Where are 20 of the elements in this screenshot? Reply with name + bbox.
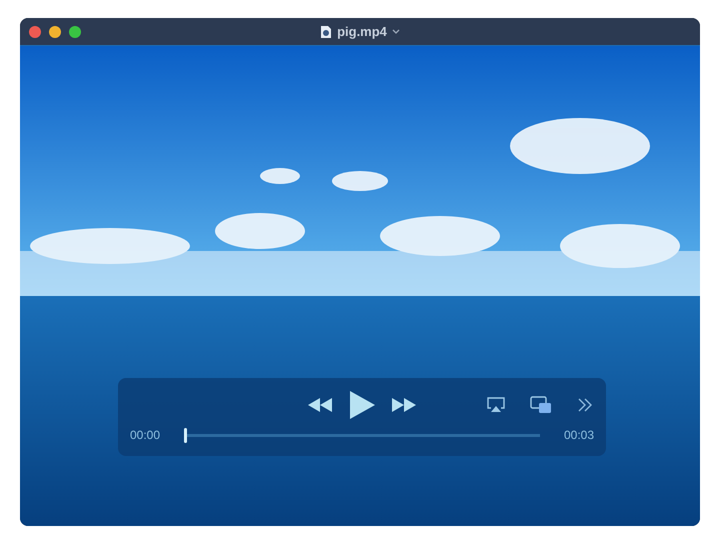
current-time: 00:00: [130, 427, 162, 444]
picture-in-picture-icon: [530, 396, 552, 414]
chevron-down-icon: [392, 29, 400, 35]
duration-time: 00:03: [562, 427, 594, 444]
window-title: pig.mp4: [337, 23, 387, 42]
minimize-button[interactable]: [49, 26, 61, 38]
rewind-button[interactable]: [307, 395, 333, 415]
close-button[interactable]: [29, 26, 41, 38]
fast-forward-icon: [392, 398, 416, 412]
play-button[interactable]: [347, 389, 377, 421]
picture-in-picture-button[interactable]: [530, 395, 552, 415]
playhead-thumb[interactable]: [184, 428, 187, 442]
rewind-icon: [308, 398, 332, 412]
movie-file-icon: [320, 25, 332, 39]
fast-forward-button[interactable]: [391, 395, 417, 415]
play-icon: [349, 390, 375, 420]
zoom-button[interactable]: [69, 26, 81, 38]
airplay-button[interactable]: [486, 395, 506, 415]
airplay-icon: [487, 397, 505, 413]
double-chevron-right-icon: [577, 398, 593, 412]
